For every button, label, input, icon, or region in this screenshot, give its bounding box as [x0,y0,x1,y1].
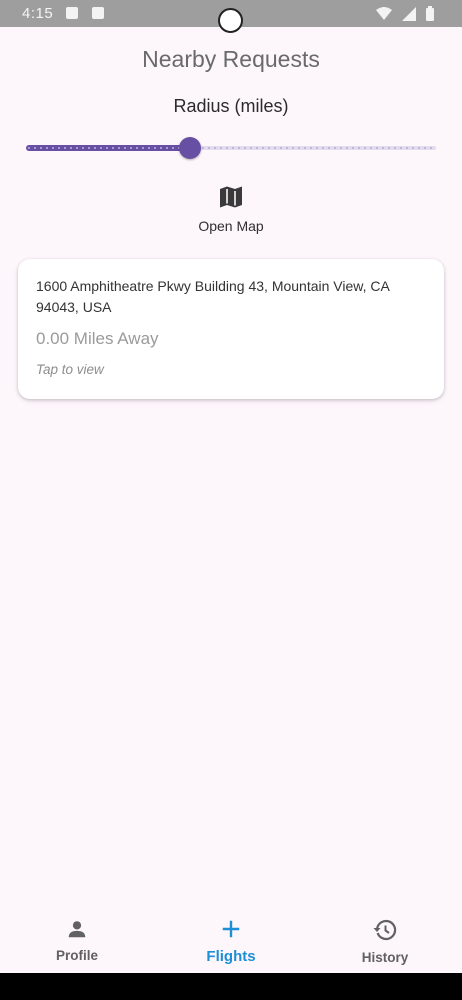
slider-ticks [26,147,436,149]
page-title: Nearby Requests [142,46,320,72]
history-icon [373,919,397,941]
nav-item-history[interactable]: History [308,907,462,973]
request-distance: 0.00 Miles Away [36,329,159,348]
status-system-icons [376,6,434,21]
a-notification-icon [92,7,104,19]
person-icon [68,921,86,938]
open-map-label: Open Map [198,218,264,234]
camera-cutout [218,8,243,33]
plus-icon [222,920,240,938]
radius-label: Radius (miles) [173,96,289,116]
wifi-icon [376,6,392,20]
request-card[interactable]: 1600 Amphitheatre Pkwy Building 43, Moun… [18,259,444,399]
request-hint: Tap to view [36,362,104,377]
status-time: 4:15 [22,5,54,22]
map-icon [220,186,242,208]
nav-item-flights[interactable]: Flights [154,907,308,973]
nav-label-profile: Profile [55,948,98,963]
status-notification-icons [66,7,104,19]
bottom-nav: Profile Flights History [0,907,462,973]
nav-item-profile[interactable]: Profile [0,907,154,973]
battery-icon [426,6,434,21]
nav-label-history: History [361,950,409,965]
radius-slider[interactable] [26,136,436,160]
play-notification-icon [66,7,78,19]
system-nav-bar [0,973,462,1000]
open-map-button[interactable]: Open Map [181,186,281,250]
request-address: 1600 Amphitheatre Pkwy Building 43, Moun… [36,278,390,315]
slider-thumb[interactable] [179,137,201,159]
nav-label-flights: Flights [206,948,256,965]
signal-icon [402,6,416,21]
